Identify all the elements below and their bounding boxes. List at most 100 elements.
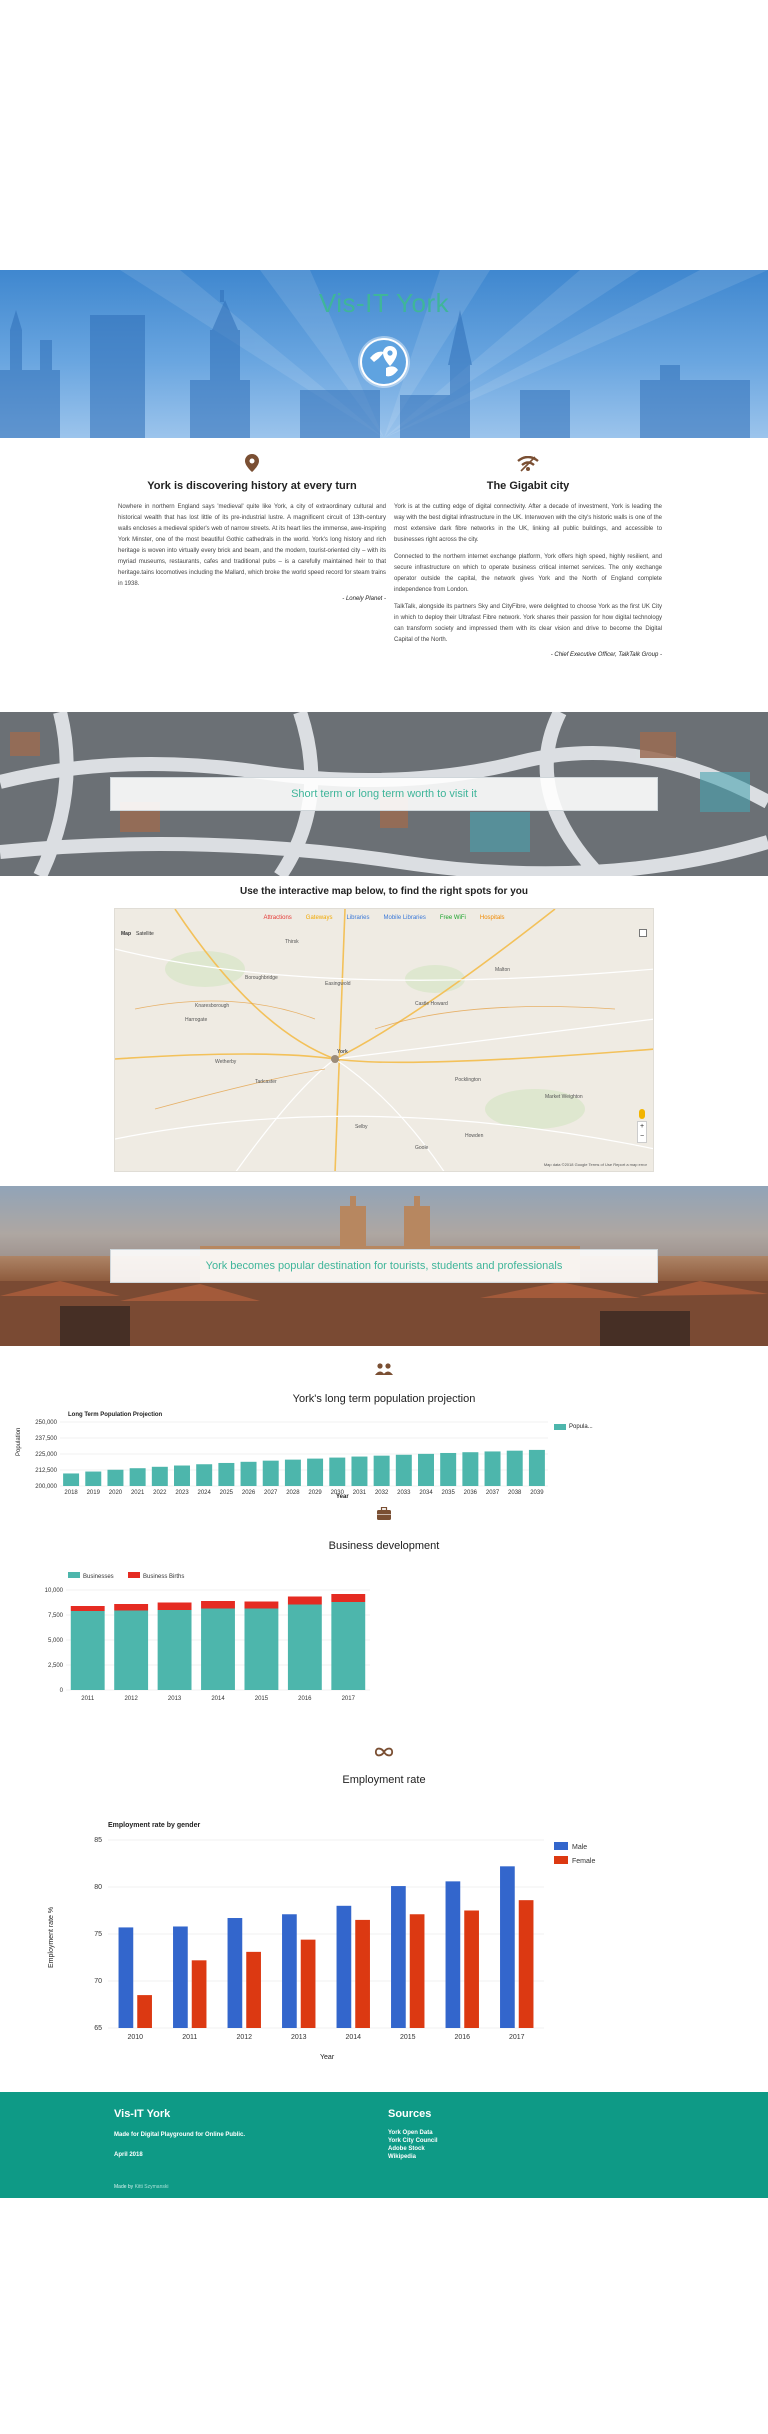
place-label: Wetherby — [215, 1059, 237, 1065]
population-x-label: Year — [336, 1494, 349, 1500]
x-tick-label: 2012 — [236, 2034, 252, 2041]
population-bar — [307, 1458, 324, 1486]
fullscreen-icon[interactable] — [639, 929, 647, 937]
street-view-icon[interactable] — [639, 1109, 645, 1119]
source-link-york-city-council[interactable]: York City Council — [388, 2138, 438, 2144]
y-tick-label: 212,500 — [35, 1468, 57, 1474]
female-bar — [355, 1919, 370, 2028]
legend-swatch — [128, 1572, 140, 1578]
female-bar — [300, 1939, 316, 2028]
footer-made-for: Made for Digital Playground for Online P… — [114, 2132, 246, 2138]
population-bar — [151, 1466, 168, 1486]
x-tick-label: 2035 — [442, 1490, 456, 1496]
footer-credit: Made by Kitti Szymanski — [114, 2184, 168, 2190]
interactive-map[interactable]: Attractions Gateways Libraries Mobile Li… — [114, 908, 654, 1172]
briefcase-icon — [374, 1506, 394, 1522]
female-bar — [137, 1995, 152, 2028]
map-pin-icon — [245, 454, 259, 472]
legend-label: Business Births — [143, 1574, 184, 1580]
y-tick-label: 0 — [60, 1688, 64, 1694]
y-tick-label: 85 — [94, 1837, 102, 1844]
place-label: Harrogate — [185, 1017, 208, 1023]
x-tick-label: 2027 — [264, 1490, 278, 1496]
map-credit: Map data ©2018 Google Terms of Use Repor… — [543, 1162, 647, 1167]
logo — [360, 338, 408, 386]
x-tick-label: 2017 — [509, 2034, 525, 2041]
businesses-bar — [244, 1608, 279, 1690]
population-bar — [240, 1461, 257, 1486]
population-bar — [174, 1465, 190, 1486]
source-link-york-open-data[interactable]: York Open Data — [388, 2130, 433, 2136]
footer-sources-title: Sources — [388, 2108, 432, 2120]
y-tick-label: 75 — [94, 1931, 102, 1938]
business-chart-svg: Businesses Business Births 0 2,500 5,000 7,50… — [45, 1572, 370, 1702]
globe-pin-icon — [362, 340, 406, 384]
business-births-bar — [70, 1606, 105, 1611]
x-tick-label: 2026 — [242, 1490, 256, 1496]
y-tick-label: 70 — [94, 1978, 102, 1985]
infinity-icon — [374, 1744, 394, 1760]
legend-swatch — [68, 1572, 80, 1578]
x-tick-label: 2038 — [508, 1490, 522, 1496]
wifi-icon — [517, 456, 539, 472]
author-link[interactable]: Kitti Szymanski — [135, 2184, 169, 2190]
population-bar — [462, 1452, 479, 1486]
population-bar — [373, 1455, 390, 1486]
gigabit-paragraph-1: York is at the cutting edge of digital c… — [394, 504, 662, 543]
x-tick-label: 2034 — [419, 1490, 433, 1496]
place-label: Castle Howard — [415, 1001, 448, 1007]
male-bar — [282, 1914, 297, 2028]
source-link-wikipedia[interactable]: Wikipedia — [388, 2154, 416, 2160]
legend-label: Female — [572, 1858, 595, 1865]
y-tick-label: 65 — [94, 2025, 102, 2032]
x-tick-label: 2013 — [291, 2034, 307, 2041]
business-births-bar — [157, 1602, 192, 1610]
legend-label: Businesses — [83, 1574, 114, 1580]
population-bar — [484, 1451, 501, 1486]
population-chart-svg: 200,000 212,500 225,000 237,500 250,000 2018 2… — [35, 1420, 548, 1496]
x-tick-label: 2037 — [486, 1490, 500, 1496]
y-tick-label: 225,000 — [35, 1452, 57, 1458]
male-bar — [500, 1866, 515, 2028]
popular-destination-banner: York becomes popular destination for tou… — [110, 1249, 658, 1283]
footer-made-by: Made by — [114, 2184, 134, 2190]
source-link-adobe-stock[interactable]: Adobe Stock — [388, 2146, 425, 2152]
population-bar — [218, 1462, 235, 1486]
population-bar — [329, 1457, 346, 1486]
x-tick-label: 2012 — [124, 1696, 138, 1702]
employment-chart: Employment rate by gender 65 70 75 80 85 2010… — [44, 1818, 624, 2068]
x-tick-label: 2028 — [286, 1490, 300, 1496]
x-tick-label: 2016 — [298, 1696, 312, 1702]
x-tick-label: 2013 — [168, 1696, 182, 1702]
history-heading: York is discovering history at every tur… — [147, 480, 357, 492]
businesses-bar — [201, 1608, 235, 1690]
zoom-control[interactable]: + − — [637, 1121, 647, 1143]
female-bar — [409, 1914, 425, 2028]
population-bar — [440, 1452, 457, 1486]
x-tick-label: 2029 — [308, 1490, 322, 1496]
x-tick-label: 2017 — [342, 1696, 356, 1702]
city-photo-strip: York becomes popular destination for tou… — [0, 1186, 768, 1346]
map-title: Use the interactive map below, to find t… — [240, 886, 528, 897]
place-label: Pocklington — [455, 1077, 481, 1083]
female-bar — [518, 1900, 534, 2028]
gigabit-quote: - Chief Executive Officer, TalkTalk Grou… — [550, 652, 662, 658]
x-tick-label: 2011 — [81, 1696, 95, 1702]
population-section-title: York's long term population projection — [292, 1393, 476, 1405]
population-chart: Long Term Population Projection 200,000 2… — [16, 1408, 578, 1502]
x-tick-label: 2033 — [397, 1490, 411, 1496]
employment-x-label: Year — [320, 2054, 335, 2061]
male-bar — [118, 1927, 134, 2028]
businesses-bar — [287, 1604, 322, 1690]
history-quote: - Lonely Planet - — [342, 596, 386, 602]
population-bar — [395, 1454, 412, 1486]
gigabit-paragraph-2: Connected to the northern internet excha… — [394, 554, 662, 593]
hero-title: Vis-IT York — [318, 288, 450, 318]
legend-swatch — [554, 1842, 568, 1850]
gigabit-column: The Gigabit city York is at the cutting … — [394, 438, 662, 658]
population-legend-label: Popula... — [569, 1424, 593, 1430]
x-tick-label: 2010 — [127, 2034, 143, 2041]
x-tick-label: 2020 — [109, 1490, 123, 1496]
hero-banner: Vis-IT York — [0, 270, 768, 438]
population-bar — [418, 1453, 434, 1486]
